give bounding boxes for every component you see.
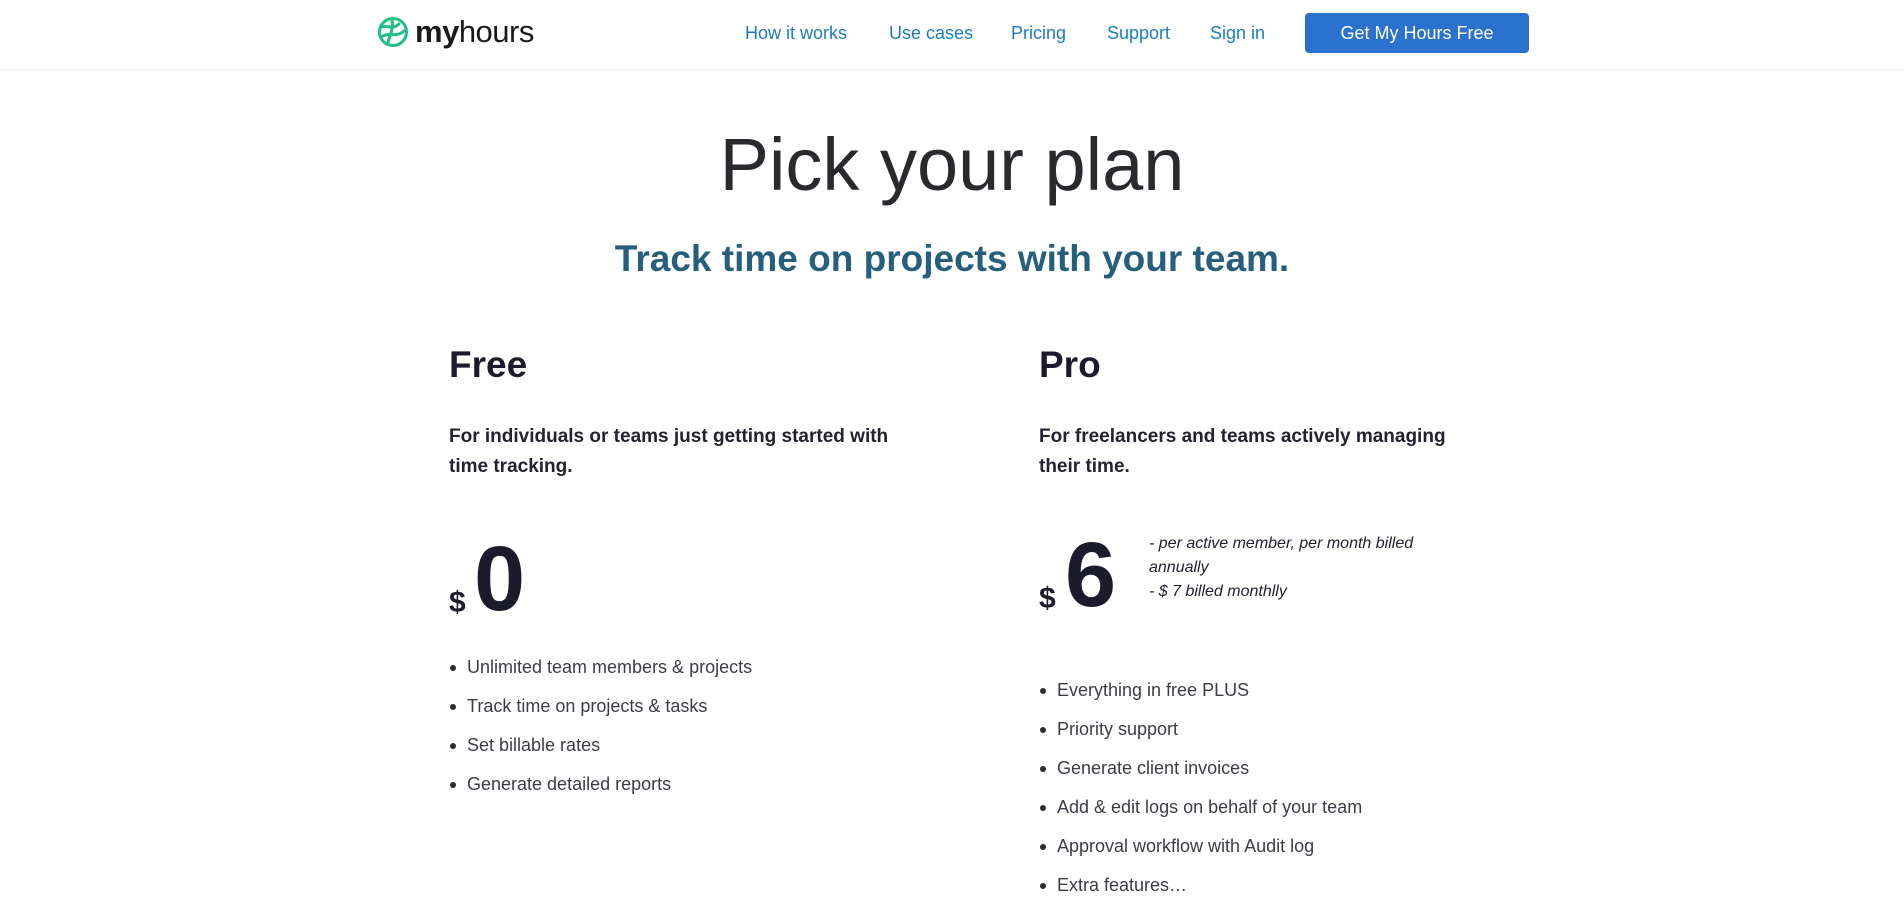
nav-link-pricing[interactable]: Pricing — [1011, 22, 1066, 44]
plan-name: Free — [449, 344, 528, 385]
feature-item: Set billable rates — [449, 726, 909, 765]
logo-wordmark-regular: hours — [458, 14, 535, 49]
plan-price: $ 0 — [449, 528, 909, 630]
feature-item: Approval workflow with Audit log — [1039, 827, 1499, 866]
get-my-hours-free-button[interactable]: Get My Hours Free — [1305, 13, 1529, 53]
feature-item: Priority support — [1039, 710, 1499, 749]
price-billing-note: - per active member, per month billed an… — [1149, 532, 1439, 604]
myhours-logo-link[interactable]: myhours — [377, 14, 534, 50]
page-subtitle: Track time on projects with your team. — [614, 238, 1290, 279]
logo-wordmark-bold: my — [415, 14, 459, 49]
price-note-annual: - per active member, per month billed an… — [1149, 535, 1414, 576]
feature-item: Everything in free PLUS — [1039, 671, 1499, 710]
nav-link-support[interactable]: Support — [1107, 22, 1170, 44]
page-title: Pick your plan — [719, 123, 1185, 206]
logo-wordmark: myhours — [415, 14, 534, 50]
plan-description: For freelancers and teams actively manag… — [1039, 426, 1446, 477]
top-navigation-bar: myhours How it works Use cases Pricing S… — [0, 0, 1904, 70]
price-currency: $ — [1039, 582, 1056, 615]
plan-card-free: Free For individuals or teams just getti… — [449, 340, 909, 804]
feature-item: Generate client invoices — [1039, 749, 1499, 788]
feature-item: Add & edit logs on behalf of your team — [1039, 788, 1499, 827]
price-note-monthly: - $ 7 billed monthlly — [1149, 583, 1287, 600]
feature-list: Unlimited team members & projects Track … — [449, 648, 909, 804]
price-currency: $ — [449, 586, 466, 619]
feature-item: Track time on projects & tasks — [449, 687, 909, 726]
plan-price: $ 6 - per active member, per month bille… — [1039, 529, 1499, 624]
feature-item: Extra features… — [1039, 866, 1499, 905]
nav-link-how-it-works[interactable]: How it works — [745, 22, 847, 44]
myhours-globe-logo-icon — [378, 17, 408, 47]
feature-item: Generate detailed reports — [449, 765, 909, 804]
plan-name: Pro — [1039, 344, 1101, 385]
price-amount: 0 — [474, 528, 526, 630]
feature-item: Unlimited team members & projects — [449, 648, 909, 687]
plan-description: For individuals or teams just getting st… — [449, 426, 889, 477]
nav-link-sign-in[interactable]: Sign in — [1210, 22, 1265, 44]
plan-card-pro: Pro For freelancers and teams actively m… — [1039, 340, 1499, 905]
nav-link-use-cases[interactable]: Use cases — [889, 22, 973, 44]
price-amount: 6 — [1065, 524, 1117, 626]
feature-list: Everything in free PLUS Priority support… — [1039, 671, 1499, 905]
